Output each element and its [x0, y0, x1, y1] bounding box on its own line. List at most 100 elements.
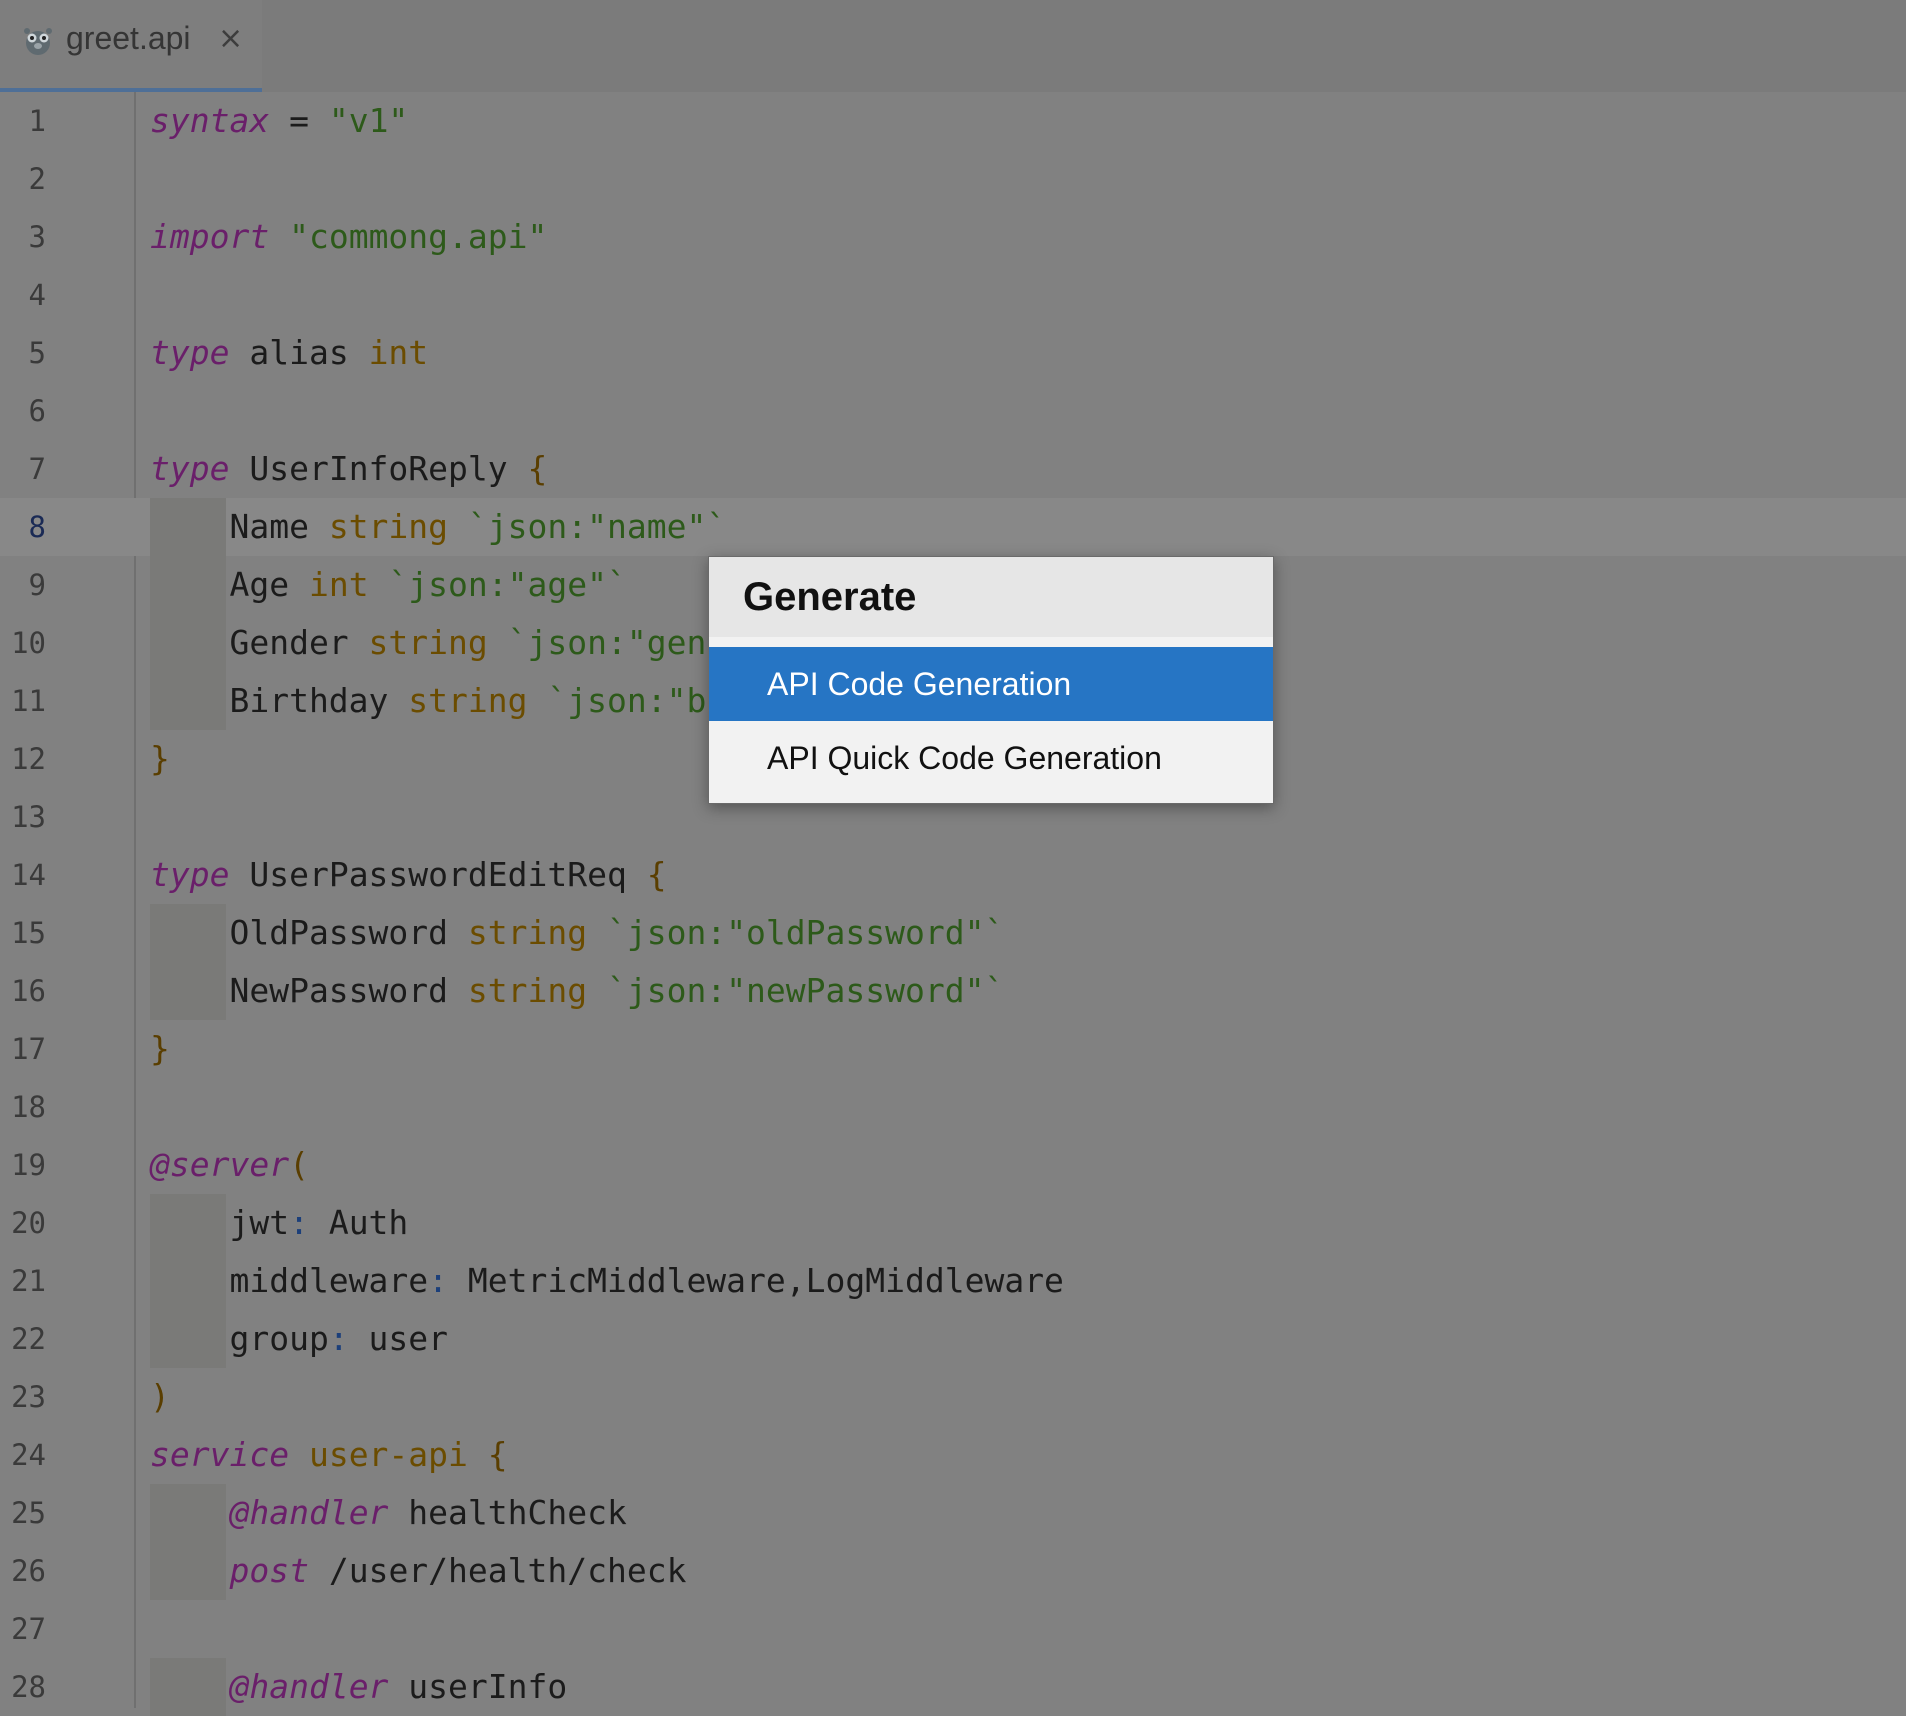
code-line[interactable]: 6: [0, 382, 1906, 440]
code-line[interactable]: 18: [0, 1078, 1906, 1136]
code-text: Name string `json:"name"`: [150, 498, 726, 556]
code-token: :: [328, 1319, 349, 1358]
line-number: 9: [28, 568, 46, 602]
code-text: ): [150, 1368, 170, 1426]
code-text: middleware: MetricMiddleware,LogMiddlewa…: [150, 1252, 1063, 1310]
tab-greet-api[interactable]: greet.api ×: [0, 0, 262, 92]
code-token: `json:"gend: [507, 623, 727, 662]
code-text: Gender string `json:"gend: [150, 614, 726, 672]
line-number: 22: [11, 1322, 46, 1356]
code-token: post: [229, 1551, 309, 1590]
code-token: alias: [229, 333, 369, 372]
code-token: `json:"oldPassword"`: [606, 913, 1005, 952]
code-line[interactable]: 28 @handler userInfo: [0, 1658, 1906, 1716]
code-text: @handler healthCheck: [150, 1484, 626, 1542]
code-text: service user-api {: [150, 1426, 508, 1484]
code-token: service: [150, 1435, 290, 1474]
line-number: 19: [11, 1148, 46, 1182]
code-token: {: [487, 1435, 508, 1474]
code-line[interactable]: 5 type alias int: [0, 324, 1906, 382]
code-token: {: [527, 449, 548, 488]
code-token: user-api: [308, 1435, 468, 1474]
code-token: type: [150, 855, 230, 894]
line-number: 1: [28, 104, 46, 138]
code-line[interactable]: 27: [0, 1600, 1906, 1658]
code-token: int: [308, 565, 369, 604]
code-text: }: [150, 1020, 170, 1078]
code-text: @server(: [150, 1136, 309, 1194]
code-token: @handler: [229, 1667, 389, 1706]
line-number: 3: [28, 220, 46, 254]
line-number: 5: [28, 336, 46, 370]
code-text: @handler userInfo: [150, 1658, 567, 1716]
code-line[interactable]: 14 type UserPasswordEditReq {: [0, 846, 1906, 904]
line-number: 27: [11, 1612, 46, 1646]
code-line[interactable]: 2: [0, 150, 1906, 208]
line-number: 4: [28, 278, 46, 312]
code-text: OldPassword string `json:"oldPassword"`: [150, 904, 1004, 962]
code-line[interactable]: 22 group: user: [0, 1310, 1906, 1368]
menu-item-api-quick-code-generation[interactable]: API Quick Code Generation: [709, 721, 1273, 795]
line-number: 23: [11, 1380, 46, 1414]
code-line[interactable]: 15 OldPassword string `json:"oldPassword…: [0, 904, 1906, 962]
line-number: 18: [11, 1090, 46, 1124]
code-line[interactable]: 19 @server(: [0, 1136, 1906, 1194]
code-token: Age: [150, 565, 309, 604]
code-text: syntax = "v1": [150, 92, 408, 150]
code-line[interactable]: 20 jwt: Auth: [0, 1194, 1906, 1252]
code-token: Name: [150, 507, 329, 546]
code-token: "commong.api": [289, 217, 548, 256]
code-token: /user/health/check: [308, 1551, 687, 1590]
code-token: NewPassword: [150, 971, 468, 1010]
code-token: type: [150, 333, 230, 372]
code-token: user: [348, 1319, 449, 1358]
code-token: int: [368, 333, 429, 372]
generate-popup: Generate API Code Generation API Quick C…: [708, 556, 1274, 804]
line-number: 25: [11, 1496, 46, 1530]
code-token: string: [368, 623, 488, 662]
code-line[interactable]: 21 middleware: MetricMiddleware,LogMiddl…: [0, 1252, 1906, 1310]
line-number: 28: [11, 1670, 46, 1704]
code-token: OldPassword: [150, 913, 468, 952]
code-line[interactable]: 8 Name string `json:"name"`: [0, 498, 1906, 556]
code-token: string: [467, 971, 588, 1010]
code-line[interactable]: 17}: [0, 1020, 1906, 1078]
code-line[interactable]: 23): [0, 1368, 1906, 1426]
code-line[interactable]: 25 @handler healthCheck: [0, 1484, 1906, 1542]
line-number: 7: [28, 452, 46, 486]
code-line[interactable]: 26 post /user/health/check: [0, 1542, 1906, 1600]
code-editor[interactable]: 1 syntax = "v1" 2 3 import "commong.api" 4 5 ty…: [0, 92, 1906, 1716]
code-line[interactable]: 16 NewPassword string `json:"newPassword…: [0, 962, 1906, 1020]
code-token: }: [150, 739, 170, 778]
close-icon[interactable]: ×: [218, 21, 243, 56]
code-token: middleware: [150, 1261, 429, 1300]
code-text: type UserInfoReply {: [150, 440, 547, 498]
code-token: {: [646, 855, 667, 894]
code-line[interactable]: 7 type UserInfoReply {: [0, 440, 1906, 498]
code-token: syntax: [150, 101, 270, 140]
code-token: string: [328, 507, 449, 546]
code-line[interactable]: 1 syntax = "v1": [0, 92, 1906, 150]
code-text: Birthday string `json:"bi: [150, 672, 726, 730]
code-text: type alias int: [150, 324, 428, 382]
line-number: 2: [28, 162, 46, 196]
code-line[interactable]: 24 service user-api {: [0, 1426, 1906, 1484]
line-number: 16: [11, 974, 46, 1008]
code-token: }: [150, 1029, 170, 1068]
code-token: ): [150, 1377, 170, 1416]
line-number: 11: [11, 684, 46, 718]
menu-item-api-code-generation[interactable]: API Code Generation: [709, 647, 1273, 721]
code-line[interactable]: 4: [0, 266, 1906, 324]
code-line[interactable]: 3 import "commong.api": [0, 208, 1906, 266]
code-text: NewPassword string `json:"newPassword"`: [150, 962, 1004, 1020]
code-token: @server: [150, 1145, 290, 1184]
